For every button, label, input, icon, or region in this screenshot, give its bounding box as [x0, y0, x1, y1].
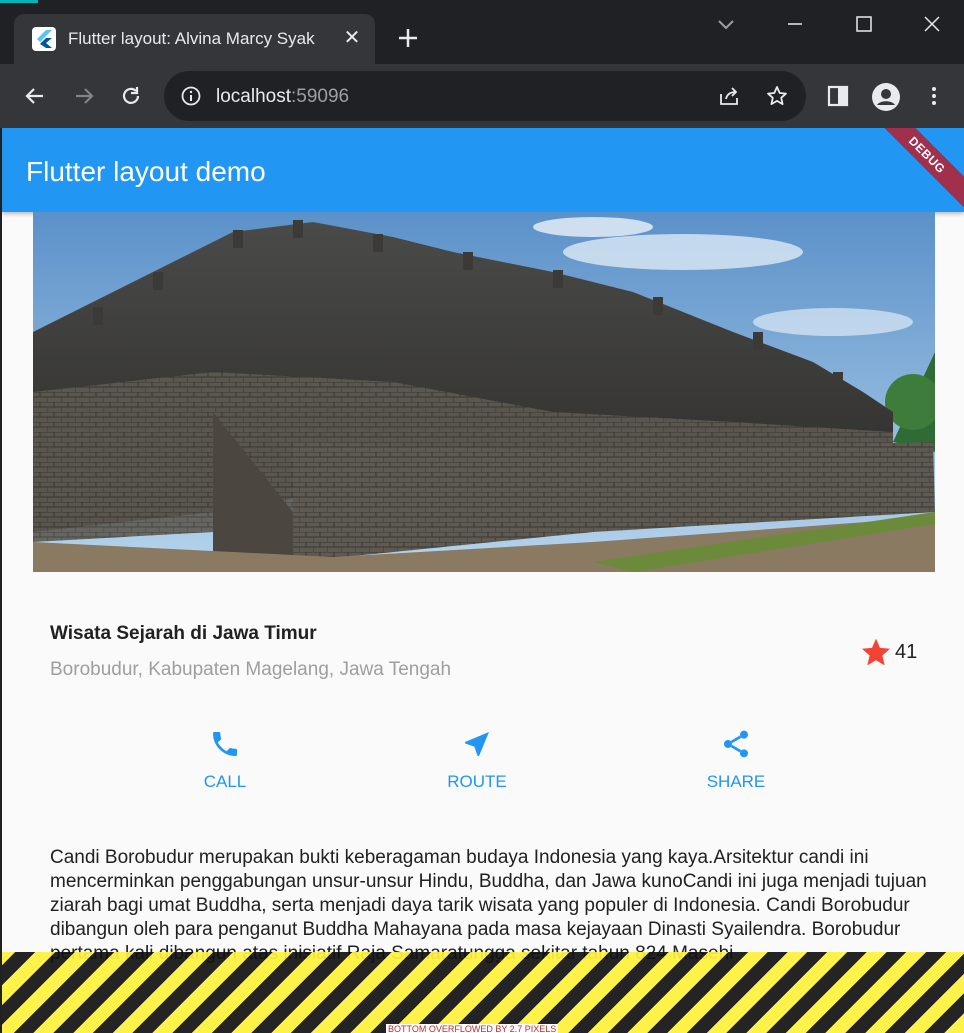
forward-arrow-icon[interactable]	[72, 84, 96, 108]
site-info-icon[interactable]	[180, 85, 202, 107]
maximize-icon[interactable]	[852, 12, 876, 36]
url-port: :59096	[291, 86, 350, 107]
close-window-icon[interactable]	[920, 12, 944, 36]
app-bar-title: Flutter layout demo	[26, 156, 266, 187]
minimize-icon[interactable]	[783, 12, 807, 36]
browser-tabstrip: Flutter layout: Alvina Marcy Syak ✕	[0, 0, 964, 64]
call-icon	[213, 732, 237, 756]
borobudur-photo	[33, 212, 935, 572]
browser-menu-icon[interactable]	[922, 84, 946, 108]
new-tab-plus-icon[interactable]	[394, 24, 422, 52]
navigation-icon	[465, 732, 489, 756]
profile-avatar-icon[interactable]	[871, 82, 901, 112]
app-bar: Flutter layout demo	[2, 128, 964, 212]
share-label: SHARE	[706, 772, 766, 791]
tab-title: Flutter layout: Alvina Marcy Syak	[68, 29, 315, 48]
share-button[interactable]: SHARE	[676, 728, 796, 808]
rating-count: 41	[895, 641, 918, 663]
star-icon[interactable]	[860, 636, 892, 668]
back-arrow-icon[interactable]	[23, 84, 47, 108]
tab-accent	[0, 0, 38, 3]
browser-toolbar: localhost:59096	[0, 64, 964, 128]
share-page-icon[interactable]	[717, 84, 741, 108]
flutter-favicon-icon	[32, 27, 56, 51]
url-host: localhost	[216, 86, 291, 107]
place-description: Candi Borobudur merupakan bukti keberaga…	[50, 847, 927, 964]
address-bar[interactable]: localhost:59096	[164, 71, 806, 121]
share-icon	[724, 730, 748, 758]
reload-icon[interactable]	[119, 84, 143, 108]
place-subtitle: Borobudur, Kabupaten Magelang, Jawa Teng…	[50, 659, 452, 680]
browser-tab[interactable]: Flutter layout: Alvina Marcy Syak ✕	[14, 14, 375, 64]
bookmark-star-icon[interactable]	[765, 84, 789, 108]
place-title: Wisata Sejarah di Jawa Timur	[50, 623, 317, 644]
overflow-warning-stripes: BOTTOM OVERFLOWED BY 2.7 PIXELS	[2, 952, 964, 1033]
overflow-warning-label: BOTTOM OVERFLOWED BY 2.7 PIXELS	[386, 1024, 559, 1033]
call-button[interactable]: CALL	[165, 728, 285, 808]
call-label: CALL	[203, 772, 247, 791]
url-text: localhost:59096	[216, 86, 349, 108]
tab-close-icon[interactable]: ✕	[340, 26, 364, 50]
route-button[interactable]: ROUTE	[417, 728, 537, 808]
tab-search-chevron-icon[interactable]	[714, 12, 738, 36]
route-label: ROUTE	[447, 772, 507, 791]
app-viewport: Flutter layout demo DEBUG Wisata Sejarah…	[2, 128, 964, 1033]
side-panel-icon[interactable]	[826, 84, 850, 108]
